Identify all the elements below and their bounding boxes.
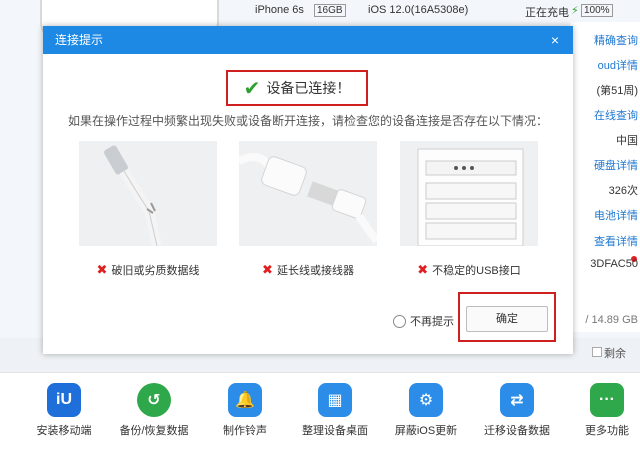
toolbox-bar: iU 安装移动端 ↺ 备份/恢复数据 🔔 制作铃声 ▦ 整理设备桌面 ⚙ 屏蔽i… xyxy=(0,372,640,449)
device-details-panel: 精确查询 oud详情 (第51周) 在线查询 中国 硬盘详情 326次 电池详情… xyxy=(570,22,640,332)
migrate-data-button[interactable]: ⇄ 迁移设备数据 xyxy=(482,383,552,438)
cross-icon: ✖ xyxy=(96,262,108,277)
cross-icon: ✖ xyxy=(262,262,273,277)
migrate-data-label: 迁移设备数据 xyxy=(484,425,550,437)
connection-tip-dialog: 连接提示 × ✔ 设备已连接！ 如果在操作过程中频繁出现失败或设备断开连接，请检… xyxy=(43,26,573,354)
make-ringtone-button[interactable]: 🔔 制作铃声 xyxy=(210,383,280,438)
remaining-label: 剩余 xyxy=(604,348,626,360)
disk-details-link[interactable]: 硬盘详情 xyxy=(594,157,638,173)
usb-port-image xyxy=(400,141,538,246)
dialog-description: 如果在操作过程中频繁出现失败或设备断开连接，请检查您的设备连接是否存在以下情况： xyxy=(67,114,548,128)
cross-icon: ✖ xyxy=(417,262,429,277)
bell-icon: 🔔 xyxy=(228,383,262,417)
confirm-highlight: 确定 xyxy=(458,292,556,342)
backup-restore-button[interactable]: ↺ 备份/恢复数据 xyxy=(119,383,189,438)
caption-text: 延长线或接线器 xyxy=(276,265,354,277)
charging-status: 正在充电 xyxy=(525,7,569,19)
grid-icon: ▦ xyxy=(318,383,352,417)
battery-level: 100% xyxy=(581,4,613,17)
extension-cable-image xyxy=(239,141,377,246)
organize-desktop-label: 整理设备桌面 xyxy=(302,425,368,437)
connection-status: ✔ 设备已连接！ xyxy=(226,70,368,106)
gear-icon: ⚙ xyxy=(409,383,443,417)
dialog-title: 连接提示 xyxy=(55,33,104,47)
icloud-details-link[interactable]: oud详情 xyxy=(598,57,638,73)
production-week: (第51周) xyxy=(596,85,638,97)
charge-cycles: 326次 xyxy=(608,185,638,197)
no-remind-label: 不再提示 xyxy=(410,316,454,328)
confirm-button[interactable]: 确定 xyxy=(466,306,548,332)
online-query-link[interactable]: 在线查询 xyxy=(594,107,638,123)
caption-extension: ✖ 延长线或接线器 xyxy=(223,262,393,278)
more-features-label: 更多功能 xyxy=(585,425,629,437)
dialog-titlebar: 连接提示 × xyxy=(43,26,573,54)
legend-box xyxy=(592,347,602,357)
close-icon[interactable]: × xyxy=(551,26,559,54)
charging-bolt-icon: ⚡ xyxy=(571,5,579,17)
transfer-icon: ⇄ xyxy=(500,383,534,417)
organize-desktop-button[interactable]: ▦ 整理设备桌面 xyxy=(300,383,370,438)
no-remind-radio[interactable] xyxy=(393,314,406,328)
serial-fragment: 3DFAC50 xyxy=(590,258,638,270)
device-model: iPhone 6s xyxy=(255,4,304,16)
no-remind-option[interactable]: 不再提示 xyxy=(393,313,454,329)
caption-text: 不稳定的USB接口 xyxy=(432,265,521,277)
status-text: 设备已连接！ xyxy=(266,80,351,96)
sales-region: 中国 xyxy=(616,135,638,147)
backup-restore-icon: ↺ xyxy=(137,383,171,417)
install-mobile-label: 安装移动端 xyxy=(36,425,92,437)
install-mobile-button[interactable]: iU 安装移动端 xyxy=(29,383,99,438)
backup-restore-label: 备份/恢复数据 xyxy=(119,425,189,437)
view-details-link[interactable]: 查看详情 xyxy=(594,233,638,249)
caption-usb-port: ✖ 不稳定的USB接口 xyxy=(384,262,554,278)
checkmark-icon: ✔ xyxy=(243,77,261,100)
storage-capacity: / 14.89 GB xyxy=(585,314,638,326)
caption-text: 破旧或劣质数据线 xyxy=(111,265,200,277)
ios-version: iOS 12.0(16A5308e) xyxy=(368,4,469,16)
worn-cable-image xyxy=(79,141,217,246)
caption-worn-cable: ✖ 破旧或劣质数据线 xyxy=(63,262,233,278)
device-info-bar: iPhone 6s 16GB iOS 12.0(16A5308e) 正在充电 ⚡… xyxy=(245,0,640,20)
more-icon: ··· xyxy=(590,383,624,417)
battery-details-link[interactable]: 电池详情 xyxy=(594,207,638,223)
block-ios-update-label: 屏蔽iOS更新 xyxy=(394,425,458,437)
storage-badge: 16GB xyxy=(314,4,346,17)
install-mobile-icon: iU xyxy=(47,383,81,417)
block-ios-update-button[interactable]: ⚙ 屏蔽iOS更新 xyxy=(391,383,461,438)
precise-query-link[interactable]: 精确查询 xyxy=(594,32,638,48)
make-ringtone-label: 制作铃声 xyxy=(223,425,267,437)
more-features-button[interactable]: ··· 更多功能 xyxy=(572,383,640,438)
